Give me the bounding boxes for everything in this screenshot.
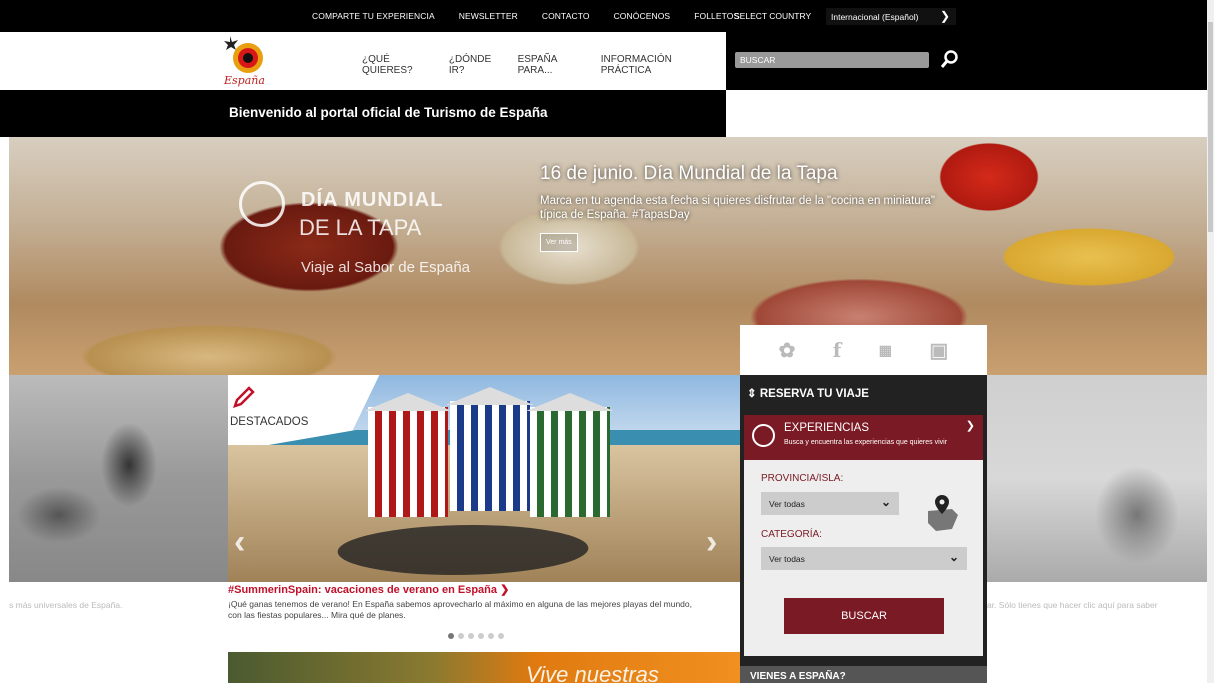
tapa-logo-line2: DE LA TAPA	[299, 215, 422, 240]
link-contacto[interactable]: CONTACTO	[542, 11, 590, 21]
slider-prev-arrow[interactable]: ‹	[234, 523, 245, 562]
province-label: PROVINCIA/ISLA:	[761, 473, 844, 484]
search-icon[interactable]	[940, 49, 960, 69]
link-newsletter[interactable]: NEWSLETTER	[459, 11, 518, 21]
nav-que-quieres[interactable]: ¿QUÉ QUIERES?	[362, 54, 434, 76]
chevron-down-icon: ❯	[939, 9, 950, 23]
experiencias-section[interactable]: EXPERIENCIAS Busca y encuentra las exper…	[744, 415, 983, 460]
promo-banner[interactable]: Vive nuestras	[228, 652, 740, 683]
featured-title-link[interactable]: #SummerinSpain: vacaciones de verano en …	[228, 583, 509, 596]
province-value: Ver todas	[769, 499, 805, 509]
side-caption-left: s más universales de España.	[9, 600, 123, 610]
search-input[interactable]: BUSCAR	[735, 52, 929, 68]
featured-title: #SummerinSpain: vacaciones de verano en …	[228, 584, 497, 596]
svg-text:España: España	[223, 74, 265, 87]
chevron-down-icon: ⌄	[880, 495, 891, 509]
booking-search-button[interactable]: BUSCAR	[784, 598, 944, 634]
welcome-text: Bienvenido al portal oficial de Turismo …	[229, 105, 548, 120]
slider-dot[interactable]	[488, 633, 494, 639]
booking-form: PROVINCIA/ISLA: Ver todas ⌄ CATEGORÍA: V…	[744, 460, 983, 656]
tapa-logo-line1: DÍA MUNDIAL	[301, 189, 444, 211]
nav-donde-ir[interactable]: ¿DÓNDE IR?	[449, 54, 503, 76]
instagram-icon[interactable]: ▣	[929, 338, 948, 363]
select-country-label: SELECT COUNTRY	[734, 11, 812, 21]
link-conocenos[interactable]: CONÓCENOS	[614, 11, 671, 21]
featured-description: ¡Qué ganas tenemos de verano! En España …	[228, 599, 692, 620]
hero-ver-mas-button[interactable]: Ver más	[540, 233, 578, 252]
slider-dot[interactable]	[498, 633, 504, 639]
country-select-value: Internacional (Español)	[831, 12, 919, 22]
welcome-bar: Bienvenido al portal oficial de Turismo …	[0, 90, 726, 137]
category-select[interactable]: Ver todas ⌄	[761, 547, 967, 570]
utility-links: COMPARTE TU EXPERIENCIA NEWSLETTER CONTA…	[300, 0, 751, 32]
hero-headline: 16 de junio. Día Mundial de la Tapa	[540, 163, 838, 184]
beach-hut-red	[364, 393, 452, 517]
booking-panel: ⇕ RESERVA TU VIAJE EXPERIENCIAS Busca y …	[740, 375, 987, 683]
spain-map-pin-icon	[928, 495, 958, 531]
destacados-label: DESTACADOS	[230, 416, 309, 428]
chevron-down-icon: ⌄	[948, 550, 959, 564]
main-header: España ¿QUÉ QUIERES? ¿DÓNDE IR? ESPAÑA P…	[0, 32, 726, 90]
category-value: Ver todas	[769, 554, 805, 564]
slider-dots	[448, 633, 508, 639]
featured-slider[interactable]: DESTACADOS ‹ ›	[228, 375, 740, 582]
page-scrollbar[interactable]	[1207, 0, 1214, 683]
beach-hut-green	[526, 393, 614, 517]
slider-dot[interactable]	[478, 633, 484, 639]
side-caption-right: ar. Sólo tienes que hacer clic aquí para…	[987, 600, 1158, 610]
twitter-icon[interactable]: ✿	[779, 338, 796, 363]
slider-next-arrow[interactable]: ›	[706, 523, 717, 562]
smiley-icon	[752, 424, 775, 447]
facebook-icon[interactable]: f	[833, 338, 842, 362]
link-folletos[interactable]: FOLLETOS	[694, 11, 739, 21]
espana-logo[interactable]: España	[222, 34, 272, 88]
slider-dot[interactable]	[458, 633, 464, 639]
slider-dot[interactable]	[468, 633, 474, 639]
side-image-left[interactable]	[9, 375, 228, 582]
slider-dot[interactable]	[448, 633, 454, 639]
province-select[interactable]: Ver todas ⌄	[761, 492, 899, 515]
youtube-icon[interactable]: ▦	[879, 342, 892, 359]
experiencias-title: EXPERIENCIAS	[784, 422, 869, 434]
booking-header[interactable]: ⇕ RESERVA TU VIAJE	[747, 386, 869, 400]
category-label: CATEGORÍA:	[761, 529, 822, 540]
nav-informacion-practica[interactable]: INFORMACIÓN PRÁCTICA	[601, 54, 711, 76]
sort-icon: ⇕	[747, 388, 760, 400]
social-bar: ✿ f ▦ ▣	[740, 325, 987, 375]
country-select[interactable]: Internacional (Español) ❯	[825, 7, 957, 26]
top-utility-bar: COMPARTE TU EXPERIENCIA NEWSLETTER CONTA…	[0, 0, 1207, 32]
chevron-right-icon: ❯	[500, 584, 510, 596]
search-bar: BUSCAR	[726, 32, 1207, 90]
nav-espana-para[interactable]: ESPAÑA PARA...	[518, 54, 586, 76]
main-nav: ¿QUÉ QUIERES? ¿DÓNDE IR? ESPAÑA PARA... …	[362, 54, 726, 76]
promo-text: Vive nuestras	[526, 662, 659, 683]
chevron-down-icon[interactable]: ❯	[966, 419, 975, 432]
tapa-logo-line3: Viaje al Sabor de España	[301, 259, 471, 276]
pencil-icon	[233, 386, 255, 408]
hero-description: Marca en tu agenda esta fecha si quieres…	[540, 195, 935, 221]
tapa-logo-icon	[239, 181, 285, 227]
booking-title: RESERVA TU VIAJE	[759, 388, 869, 400]
beach-hut-blue	[446, 387, 534, 511]
scrollbar-thumb[interactable]	[1208, 22, 1213, 232]
link-comparte[interactable]: COMPARTE TU EXPERIENCIA	[312, 11, 435, 21]
experiencias-subtitle: Busca y encuentra las experiencias que q…	[784, 439, 948, 446]
side-image-right[interactable]	[987, 375, 1207, 582]
vienes-a-espana-section[interactable]: VIENES A ESPAÑA?	[740, 666, 987, 683]
hero-banner: DÍA MUNDIAL DE LA TAPA Viaje al Sabor de…	[9, 137, 1207, 375]
